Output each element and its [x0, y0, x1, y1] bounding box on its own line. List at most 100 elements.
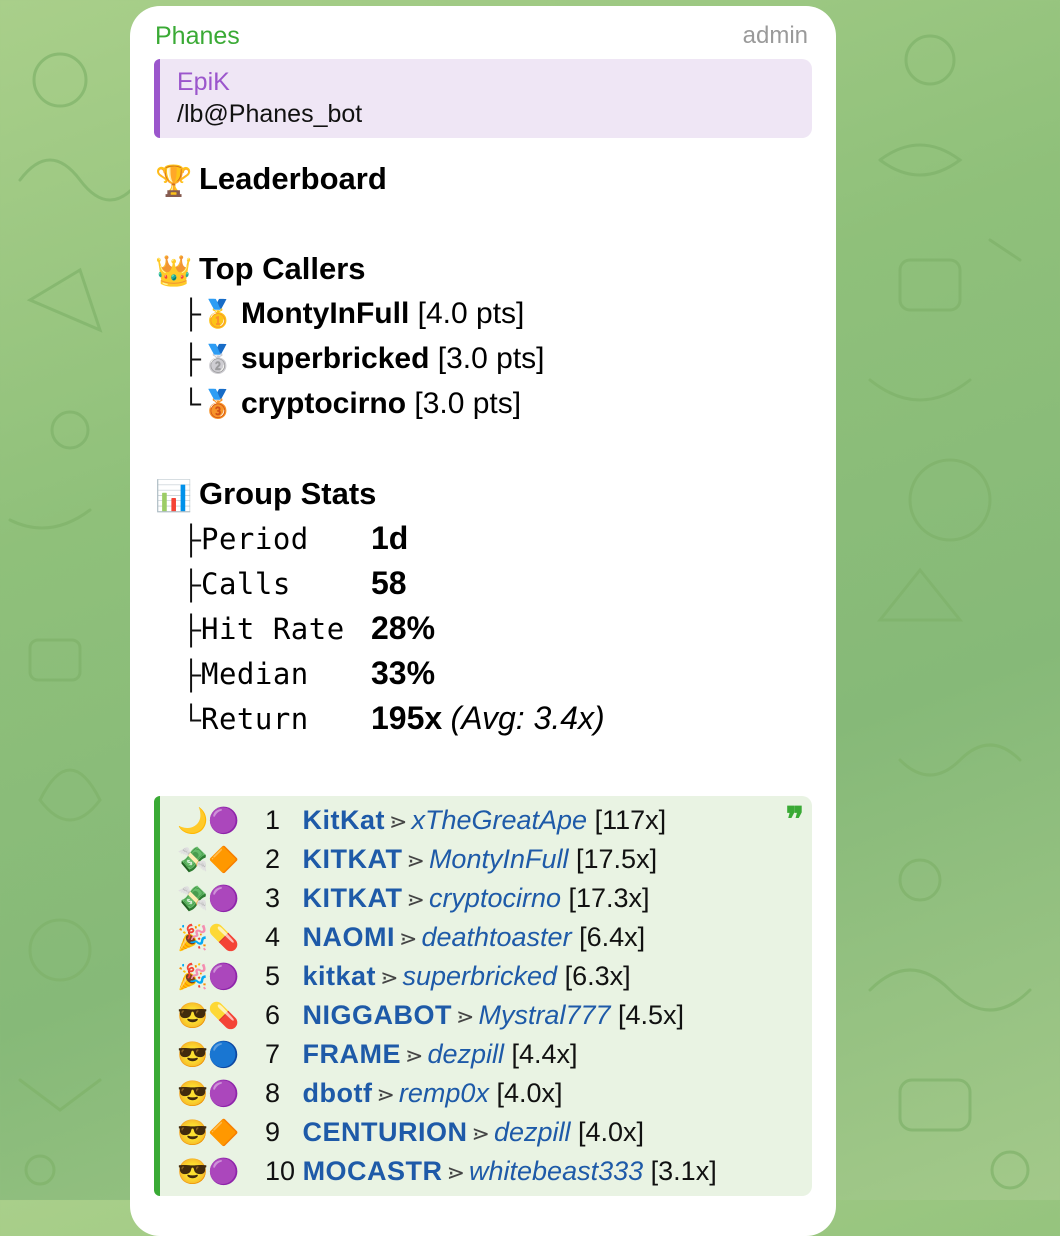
status-icons: 😎🔵 [177, 1041, 240, 1069]
call-multiplier: [4.4x] [511, 1039, 578, 1069]
silver-medal-icon: 🥈 [201, 344, 235, 374]
call-rank: 6 [265, 1000, 281, 1030]
status-icons: 😎🔶 [177, 1119, 240, 1147]
bar-chart-icon: 📊 [155, 480, 193, 513]
arrow-icon: ⋗ [389, 809, 408, 834]
caller-link[interactable]: superbricked [403, 961, 558, 991]
call-rank: 9 [265, 1117, 281, 1147]
reply-author: EpiK [177, 68, 230, 96]
stat-row: └Return 195x (Avg: 3.4x) [155, 696, 816, 741]
stat-label: Calls [201, 567, 291, 601]
arrow-icon: ⋗ [456, 1004, 475, 1029]
bronze-medal-icon: 🥉 [201, 389, 235, 419]
caller-name: superbricked [241, 342, 430, 375]
stat-value: 33% [371, 655, 436, 691]
caller-link[interactable]: xTheGreatApe [411, 805, 587, 835]
stat-row: ├Hit Rate 28% [155, 606, 816, 651]
token-link[interactable]: NIGGABOT [303, 1000, 453, 1030]
token-link[interactable]: FRAME [303, 1039, 402, 1069]
token-link[interactable]: kitkat [303, 961, 377, 991]
call-rank: 4 [265, 922, 281, 952]
stat-row: ├Period 1d [155, 516, 816, 561]
token-link[interactable]: KITKAT [303, 844, 403, 874]
caller-name: cryptocirno [241, 387, 407, 420]
caller-link[interactable]: remp0x [399, 1078, 489, 1108]
call-row: 😎🔵 7 FRAME ⋗ dezpill [4.4x] [177, 1035, 812, 1074]
call-row: 😎🟣 8 dbotf ⋗ remp0x [4.0x] [177, 1074, 812, 1113]
arrow-icon: ⋗ [406, 848, 425, 873]
group-stats-heading: 📊 Group Stats [155, 471, 816, 516]
call-row: 🎉🟣 5 kitkat ⋗ superbricked [6.3x] [177, 957, 812, 996]
call-multiplier: [6.4x] [579, 922, 646, 952]
caller-link[interactable]: Mystral777 [478, 1000, 610, 1030]
caller-name: MontyInFull [241, 297, 410, 330]
message-text: 🏆 Leaderboard 👑 Top Callers ├🥇 MontyInFull … [155, 156, 816, 741]
call-multiplier: [17.5x] [576, 844, 658, 874]
token-link[interactable]: NAOMI [303, 922, 396, 952]
token-link[interactable]: MOCASTR [303, 1156, 443, 1186]
call-rank: 10 [265, 1156, 296, 1186]
status-icons: 🎉🟣 [177, 963, 240, 991]
token-link[interactable]: dbotf [303, 1078, 373, 1108]
reply-preview[interactable]: EpiK /lb@Phanes_bot [154, 59, 812, 138]
arrow-icon: ⋗ [405, 1043, 424, 1068]
call-row: 😎🟣 10 MOCASTR ⋗ whitebeast333 [3.1x] [177, 1152, 812, 1191]
stat-value: 195x [371, 700, 443, 736]
stat-value: 1d [371, 520, 409, 556]
call-rank: 2 [265, 844, 281, 874]
sender-name[interactable]: Phanes [155, 22, 240, 51]
caller-link[interactable]: deathtoaster [421, 922, 571, 952]
top-caller-row: ├🥈 superbricked [3.0 pts] [155, 336, 816, 381]
call-rank: 3 [265, 883, 281, 913]
call-rank: 5 [265, 961, 281, 991]
gold-medal-icon: 🥇 [201, 299, 235, 329]
caller-points: [4.0 pts] [417, 297, 525, 330]
call-row: 💸🔶 2 KITKAT ⋗ MontyInFull [17.5x] [177, 840, 812, 879]
call-rank: 8 [265, 1078, 281, 1108]
top-caller-row: └🥉 cryptocirno [3.0 pts] [155, 381, 816, 426]
call-multiplier: [6.3x] [564, 961, 631, 991]
caller-link[interactable]: dezpill [494, 1117, 571, 1147]
admin-badge: admin [742, 22, 808, 49]
trophy-icon: 🏆 [155, 165, 193, 198]
caller-link[interactable]: whitebeast333 [469, 1156, 643, 1186]
status-icons: 💸🟣 [177, 885, 240, 913]
reply-text: /lb@Phanes_bot [177, 100, 363, 128]
call-multiplier: [117x] [594, 805, 667, 835]
arrow-icon: ⋗ [446, 1160, 465, 1185]
arrow-icon: ⋗ [471, 1121, 490, 1146]
call-row: 😎💊 6 NIGGABOT ⋗ Mystral777 [4.5x] [177, 996, 812, 1035]
token-link[interactable]: KitKat [303, 805, 386, 835]
caller-link[interactable]: MontyInFull [429, 844, 569, 874]
call-multiplier: [3.1x] [650, 1156, 717, 1186]
caller-link[interactable]: dezpill [427, 1039, 504, 1069]
caller-link[interactable]: cryptocirno [429, 883, 561, 913]
token-link[interactable]: CENTURION [303, 1117, 468, 1147]
call-rank: 1 [265, 805, 281, 835]
caller-points: [3.0 pts] [437, 342, 545, 375]
status-icons: 🎉💊 [177, 924, 240, 952]
stat-label: Period [201, 522, 309, 556]
quote-icon: ❞ [785, 800, 804, 840]
stat-label: Median [201, 657, 309, 691]
call-multiplier: [4.5x] [618, 1000, 685, 1030]
stat-value: 58 [371, 565, 407, 601]
stat-row: ├Median 33% [155, 651, 816, 696]
crown-icon: 👑 [155, 255, 193, 288]
status-icons: 😎🟣 [177, 1080, 240, 1108]
stat-label: Return [201, 702, 309, 736]
status-icons: 🌙🟣 [177, 807, 240, 835]
stat-value: 28% [371, 610, 436, 646]
call-multiplier: [17.3x] [568, 883, 650, 913]
stat-average: (Avg: 3.4x) [450, 700, 605, 736]
arrow-icon: ⋗ [406, 887, 425, 912]
arrow-icon: ⋗ [376, 1082, 395, 1107]
caller-points: [3.0 pts] [414, 387, 522, 420]
call-row: 🎉💊 4 NAOMI ⋗ deathtoaster [6.4x] [177, 918, 812, 957]
call-rank: 7 [265, 1039, 281, 1069]
leaderboard-title: 🏆 Leaderboard [155, 156, 816, 201]
call-row: 🌙🟣 1 KitKat ⋗ xTheGreatApe [117x] [177, 801, 812, 840]
token-link[interactable]: KITKAT [303, 883, 403, 913]
status-icons: 😎🟣 [177, 1158, 240, 1186]
status-icons: 😎💊 [177, 1002, 240, 1030]
